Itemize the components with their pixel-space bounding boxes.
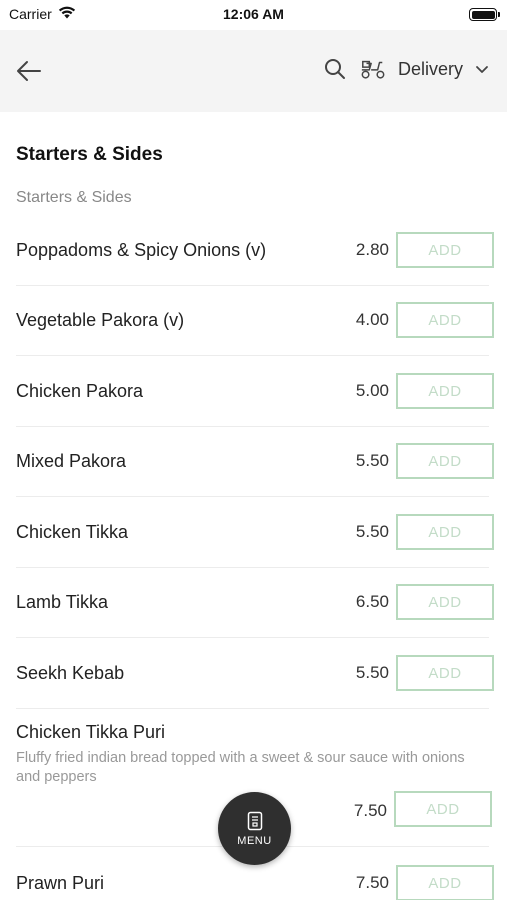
- add-button[interactable]: ADD: [396, 584, 494, 620]
- menu-fab-label: MENU: [237, 834, 272, 847]
- item-name: Chicken Tikka Puri: [16, 722, 166, 742]
- delivery-scooter-icon: [360, 56, 386, 82]
- menu-item-row[interactable]: Chicken Tikka 5.50 ADD: [0, 498, 507, 568]
- item-price: 7.50: [355, 873, 389, 892]
- add-button[interactable]: ADD: [396, 443, 494, 479]
- item-name: Prawn Puri: [16, 873, 105, 893]
- item-price: 5.00: [355, 381, 389, 400]
- menu-content: Starters & Sides Starters & Sides Poppad…: [0, 112, 507, 900]
- item-price: 2.80: [355, 240, 389, 259]
- item-name: Lamb Tikka: [16, 592, 109, 612]
- battery-icon: [469, 8, 500, 21]
- menu-item-row[interactable]: Mixed Pakora 5.50 ADD: [0, 427, 507, 497]
- menu-item-row[interactable]: Chicken Pakora 5.00 ADD: [0, 357, 507, 427]
- status-bar: Carrier 12:06 AM: [0, 0, 507, 30]
- nav-actions: Delivery: [322, 56, 489, 82]
- item-price: 5.50: [355, 522, 389, 541]
- add-button[interactable]: ADD: [396, 232, 494, 268]
- nav-bar: Delivery: [0, 30, 507, 112]
- item-name: Vegetable Pakora (v): [16, 310, 185, 330]
- menu-fab-button[interactable]: MENU: [218, 792, 291, 865]
- section-title: Starters & Sides: [16, 144, 163, 165]
- item-price: 5.50: [355, 663, 389, 682]
- item-name: Poppadoms & Spicy Onions (v): [16, 240, 267, 260]
- item-price: 6.50: [355, 592, 389, 611]
- item-price: 4.00: [355, 310, 389, 329]
- menu-item-row[interactable]: Poppadoms & Spicy Onions (v) 2.80 ADD: [0, 216, 507, 286]
- divider: [16, 496, 489, 497]
- back-button[interactable]: [14, 56, 44, 86]
- back-arrow-icon: [17, 61, 41, 81]
- add-button[interactable]: ADD: [396, 655, 494, 691]
- item-name: Seekh Kebab: [16, 663, 125, 683]
- add-button[interactable]: ADD: [396, 302, 494, 338]
- item-name: Chicken Tikka: [16, 522, 129, 542]
- menu-item-row[interactable]: Lamb Tikka 6.50 ADD: [0, 568, 507, 638]
- divider: [16, 355, 489, 356]
- add-button[interactable]: ADD: [396, 865, 494, 900]
- status-time: 12:06 AM: [223, 6, 284, 22]
- item-description: Fluffy fried indian bread topped with a …: [16, 750, 465, 785]
- add-button[interactable]: ADD: [396, 373, 494, 409]
- chevron-down-icon[interactable]: [475, 62, 489, 76]
- menu-item-row[interactable]: Vegetable Pakora (v) 4.00 ADD: [0, 286, 507, 356]
- search-icon: [324, 59, 345, 79]
- delivery-mode-label[interactable]: Delivery: [398, 59, 463, 80]
- item-price: 7.50: [353, 801, 387, 820]
- item-name: Mixed Pakora: [16, 451, 127, 471]
- divider: [16, 637, 489, 638]
- add-button[interactable]: ADD: [394, 791, 492, 827]
- menu-item-row[interactable]: Seekh Kebab 5.50 ADD: [0, 639, 507, 709]
- item-price: 5.50: [355, 451, 389, 470]
- menu-book-icon: [247, 811, 262, 830]
- subsection-title: Starters & Sides: [16, 189, 132, 206]
- search-button[interactable]: [322, 56, 348, 82]
- add-button[interactable]: ADD: [396, 514, 494, 550]
- item-name: Chicken Pakora: [16, 381, 144, 401]
